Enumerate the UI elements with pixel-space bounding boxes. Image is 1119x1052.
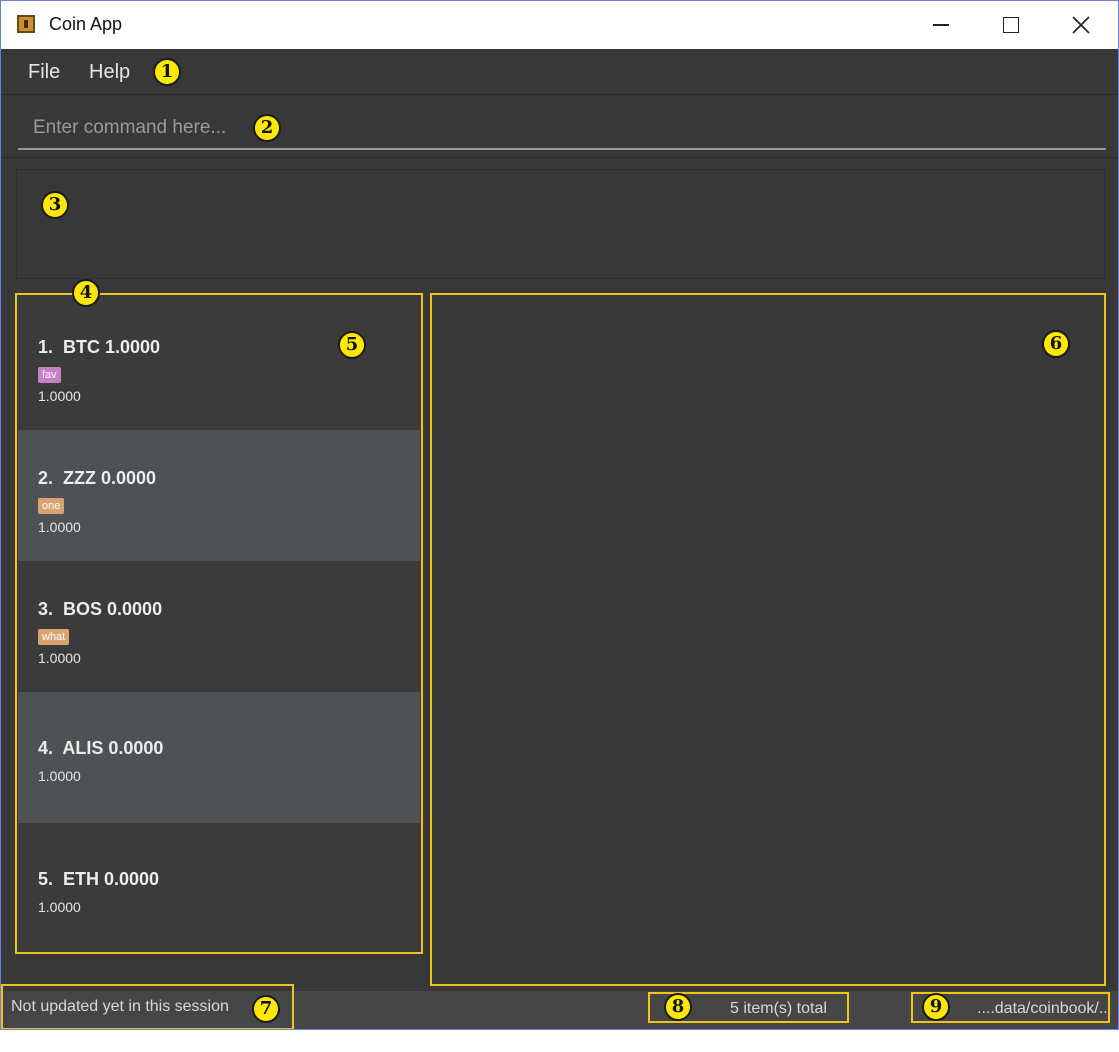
coin-amount: 1.0000 [38, 650, 81, 666]
coin-amount: 1.0000 [38, 768, 81, 784]
result-display [16, 169, 1105, 279]
callout-3: 3 [41, 191, 69, 219]
command-input[interactable] [18, 108, 1106, 150]
item-count-text: 5 item(s) total [730, 1000, 827, 1017]
minimize-icon [933, 24, 949, 26]
callout-5: 5 [338, 331, 366, 359]
coin-tag: what [38, 629, 70, 645]
callout-9: 9 [922, 993, 950, 1021]
callout-7: 7 [252, 995, 280, 1023]
callout-8: 8 [664, 993, 692, 1021]
command-box [1, 96, 1118, 158]
coin-list-panel[interactable]: 1. BTC 1.0000 fav 1.0000 2. ZZZ 0.0000 o… [15, 293, 423, 954]
maximize-button[interactable] [976, 1, 1046, 49]
callout-1: 1 [153, 58, 181, 86]
coin-card[interactable]: 1. BTC 1.0000 fav 1.0000 [18, 299, 420, 430]
close-icon [1072, 16, 1090, 34]
coin-title: 4. ALIS 0.0000 [38, 738, 164, 758]
coin-card[interactable]: 2. ZZZ 0.0000 one 1.0000 [18, 430, 420, 561]
coin-amount: 1.0000 [38, 519, 81, 535]
callout-4: 4 [72, 279, 100, 307]
coin-title: 3. BOS 0.0000 [38, 599, 163, 619]
coin-tag: fav [38, 367, 61, 383]
maximize-icon [1003, 17, 1019, 33]
close-button[interactable] [1046, 1, 1116, 49]
coin-card[interactable]: 4. ALIS 0.0000 1.0000 [18, 692, 420, 823]
callout-2: 2 [253, 114, 281, 142]
menu-help[interactable]: Help [89, 61, 130, 84]
title-bar: Coin App [1, 1, 1118, 49]
detail-browser-panel[interactable] [430, 293, 1106, 986]
save-location-text: ....data/coinbook/... [977, 1000, 1110, 1017]
coin-amount: 1.0000 [38, 388, 81, 404]
menu-file[interactable]: File [28, 61, 60, 84]
coin-title: 1. BTC 1.0000 [38, 337, 161, 357]
coin-card[interactable]: 5. ETH 0.0000 1.0000 [18, 823, 420, 952]
coin-card[interactable]: 3. BOS 0.0000 what 1.0000 [18, 561, 420, 692]
sync-status: Not updated yet in this session [1, 984, 294, 1029]
app-window: Coin App File Help 1. BTC 1.0000 fav 1.0… [0, 0, 1119, 1030]
status-bar: Not updated yet in this session 5 item(s… [1, 984, 1118, 1029]
coin-title: 5. ETH 0.0000 [38, 869, 160, 889]
minimize-button[interactable] [906, 1, 976, 49]
coin-title: 2. ZZZ 0.0000 [38, 468, 157, 488]
callout-6: 6 [1042, 330, 1070, 358]
app-icon [17, 15, 35, 33]
coin-amount: 1.0000 [38, 899, 81, 915]
window-title: Coin App [49, 14, 123, 34]
sync-status-text: Not updated yet in this session [11, 998, 229, 1015]
coin-tag: one [38, 498, 65, 514]
